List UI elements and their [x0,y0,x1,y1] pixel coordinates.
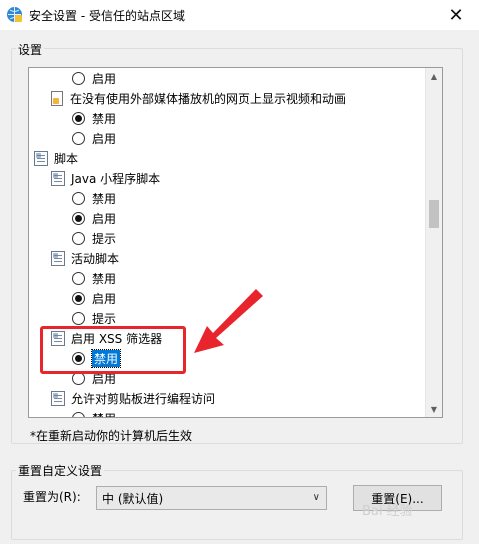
annotation-arrow [194,289,263,353]
